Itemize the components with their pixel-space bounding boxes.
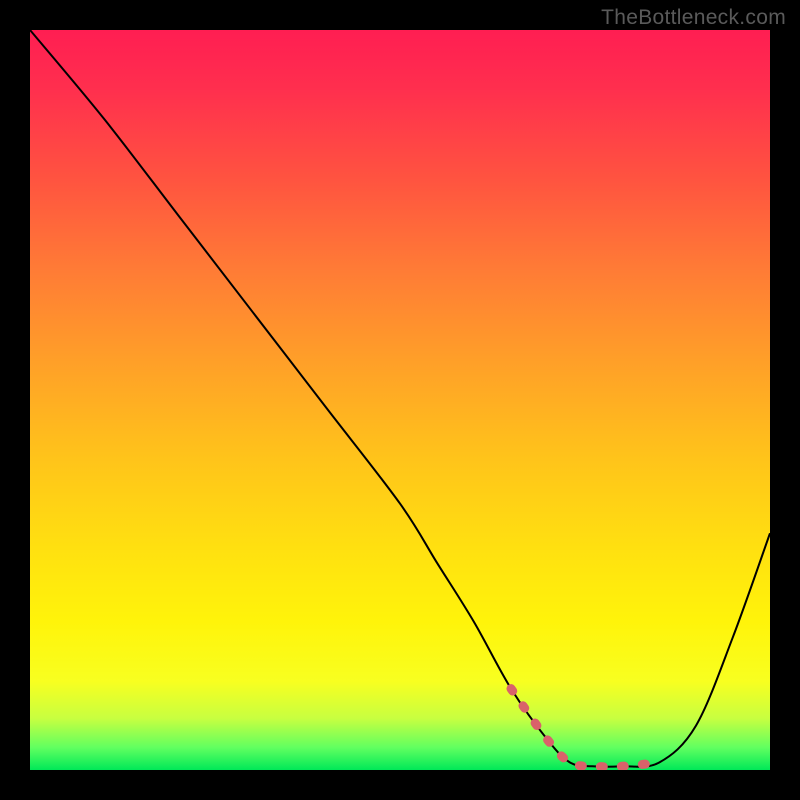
optimal-zone-dash — [511, 689, 659, 767]
chart-svg — [30, 30, 770, 770]
watermark-text: TheBottleneck.com — [601, 6, 786, 30]
plot-area — [30, 30, 770, 770]
bottleneck-curve-line — [30, 30, 770, 767]
